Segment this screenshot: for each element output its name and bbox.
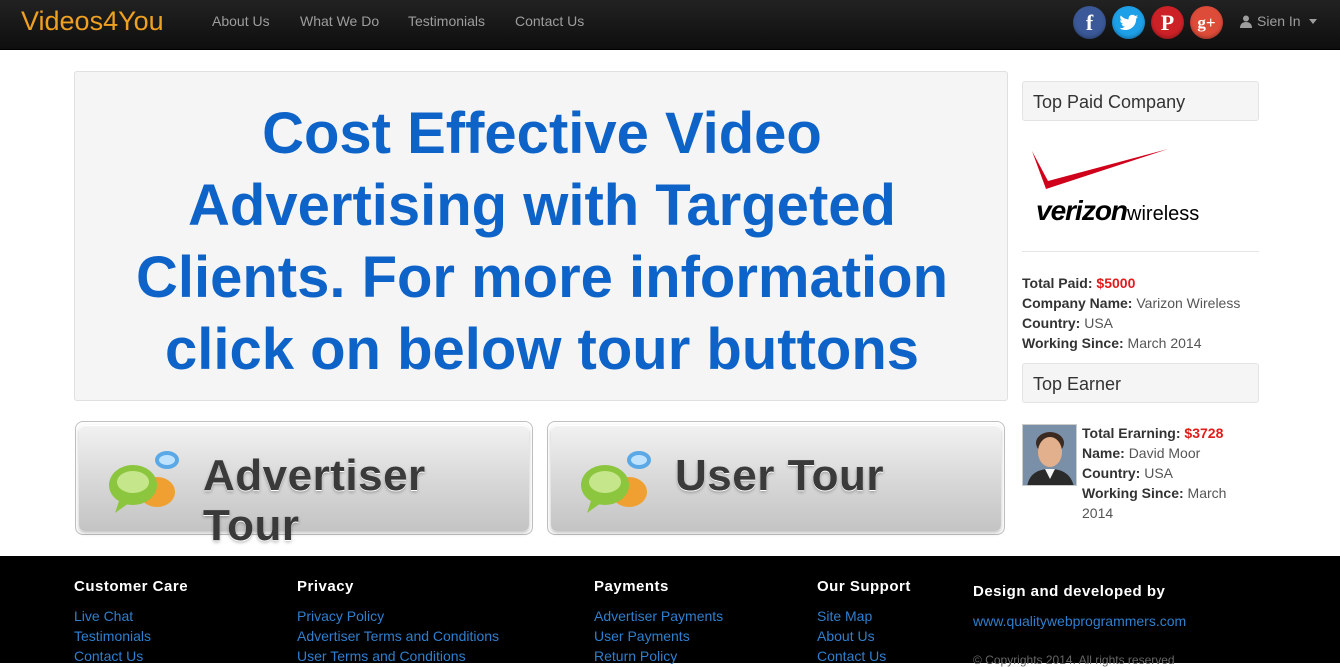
footer-link-live-chat[interactable]: Live Chat — [74, 608, 133, 624]
footer-design-link[interactable]: www.qualitywebprogrammers.com — [973, 613, 1186, 629]
brand-logo[interactable]: Videos4You — [21, 6, 164, 37]
nav-testimonials[interactable]: Testimonials — [408, 13, 485, 29]
top-paid-company-heading: Top Paid Company — [1022, 81, 1259, 121]
earner-since-value: March — [1187, 485, 1227, 501]
hero-line: Cost Effective Video — [262, 101, 822, 166]
footer-heading-customer-care: Customer Care — [74, 578, 189, 595]
earner-country-value: USA — [1144, 465, 1174, 481]
advertiser-tour-face: Advertiser Tour — [79, 425, 529, 550]
top-navbar: Videos4You About Us What We Do Testimoni… — [0, 0, 1340, 50]
top-earner-details: Total Erarning: $3728 Name: David Moor C… — [1082, 423, 1262, 523]
footer-link-advertiser-payments[interactable]: Advertiser Payments — [594, 608, 723, 624]
site-footer: Customer Care Live Chat Testimonials Con… — [0, 556, 1340, 667]
footer-link-return-policy[interactable]: Return Policy — [594, 648, 677, 664]
nav-what-we-do[interactable]: What We Do — [300, 13, 379, 29]
footer-link-about-us[interactable]: About Us — [817, 628, 875, 644]
verizon-logo: verizonwireless — [1028, 145, 1258, 235]
chat-bubbles-icon — [109, 451, 179, 513]
verizon-logo-main: verizon — [1036, 195, 1128, 226]
signin-dropdown[interactable]: Sien In — [1240, 13, 1317, 29]
since-label: Working Since: — [1022, 335, 1124, 351]
user-tour-label: User Tour — [675, 451, 885, 500]
facebook-icon[interactable]: f — [1073, 6, 1106, 39]
earning-value: $3728 — [1184, 425, 1224, 441]
signin-label: Sien In — [1257, 13, 1301, 29]
hero-line: Advertising with Targeted — [188, 173, 896, 238]
hero-line: Clients. For more information — [135, 245, 949, 310]
name-label: Name: — [1082, 445, 1125, 461]
twitter-icon[interactable] — [1112, 6, 1145, 39]
user-icon — [1240, 15, 1252, 28]
footer-heading-privacy: Privacy — [297, 578, 354, 595]
company-name-label: Company Name: — [1022, 295, 1133, 311]
advertiser-tour-label: Advertiser Tour — [203, 451, 426, 550]
total-paid-value: $5000 — [1096, 275, 1136, 291]
top-earner-heading: Top Earner — [1022, 363, 1259, 403]
name-value: David Moor — [1128, 445, 1201, 461]
user-tour-face: User Tour — [551, 425, 1001, 531]
sidebar-divider — [1022, 251, 1259, 252]
hero-banner: Cost Effective Video Advertising with Ta… — [74, 71, 1008, 401]
footer-link-contact-us[interactable]: Contact Us — [74, 648, 143, 664]
twitter-bird-icon — [1118, 14, 1138, 30]
person-photo-icon — [1023, 425, 1076, 485]
pinterest-icon[interactable]: P — [1151, 6, 1184, 39]
verizon-logo-sub: wireless — [1127, 203, 1200, 225]
nav-contact-us[interactable]: Contact Us — [515, 13, 584, 29]
hero-headline: Cost Effective Video Advertising with Ta… — [75, 98, 1009, 386]
earner-country-label: Country: — [1082, 465, 1141, 481]
top-paid-details: Total Paid: $5000 Company Name: Varizon … — [1022, 273, 1262, 353]
company-name-value: Varizon Wireless — [1136, 295, 1241, 311]
footer-link-privacy-policy[interactable]: Privacy Policy — [297, 608, 384, 624]
country-value: USA — [1084, 315, 1114, 331]
footer-link-user-terms[interactable]: User Terms and Conditions — [297, 648, 466, 664]
footer-link-testimonials[interactable]: Testimonials — [74, 628, 151, 644]
earner-since-label: Working Since: — [1082, 485, 1184, 501]
hero-line: click on below tour buttons — [165, 317, 919, 382]
since-value: March 2014 — [1127, 335, 1202, 351]
earning-label: Total Erarning: — [1082, 425, 1181, 441]
user-tour-button[interactable]: User Tour — [547, 421, 1005, 535]
chat-bubbles-icon — [581, 451, 651, 513]
footer-link-user-payments[interactable]: User Payments — [594, 628, 690, 644]
advertiser-tour-button[interactable]: Advertiser Tour — [75, 421, 533, 550]
earner-avatar[interactable] — [1022, 424, 1077, 486]
footer-link-site-map[interactable]: Site Map — [817, 608, 872, 624]
footer-heading-our-support: Our Support — [817, 578, 911, 595]
earner-since-year: 2014 — [1082, 505, 1114, 521]
footer-link-support-contact-us[interactable]: Contact Us — [817, 648, 886, 664]
footer-link-advertiser-terms[interactable]: Advertiser Terms and Conditions — [297, 628, 499, 644]
caret-down-icon — [1308, 18, 1317, 24]
copyright-text: © Copyrights 2014. All rights reserved — [973, 653, 1175, 667]
footer-heading-payments: Payments — [594, 578, 669, 595]
total-paid-label: Total Paid: — [1022, 275, 1093, 291]
googleplus-icon[interactable]: g+ — [1190, 6, 1223, 39]
country-label: Country: — [1022, 315, 1081, 331]
footer-design-heading: Design and developed by — [973, 583, 1166, 600]
nav-about-us[interactable]: About Us — [212, 13, 270, 29]
